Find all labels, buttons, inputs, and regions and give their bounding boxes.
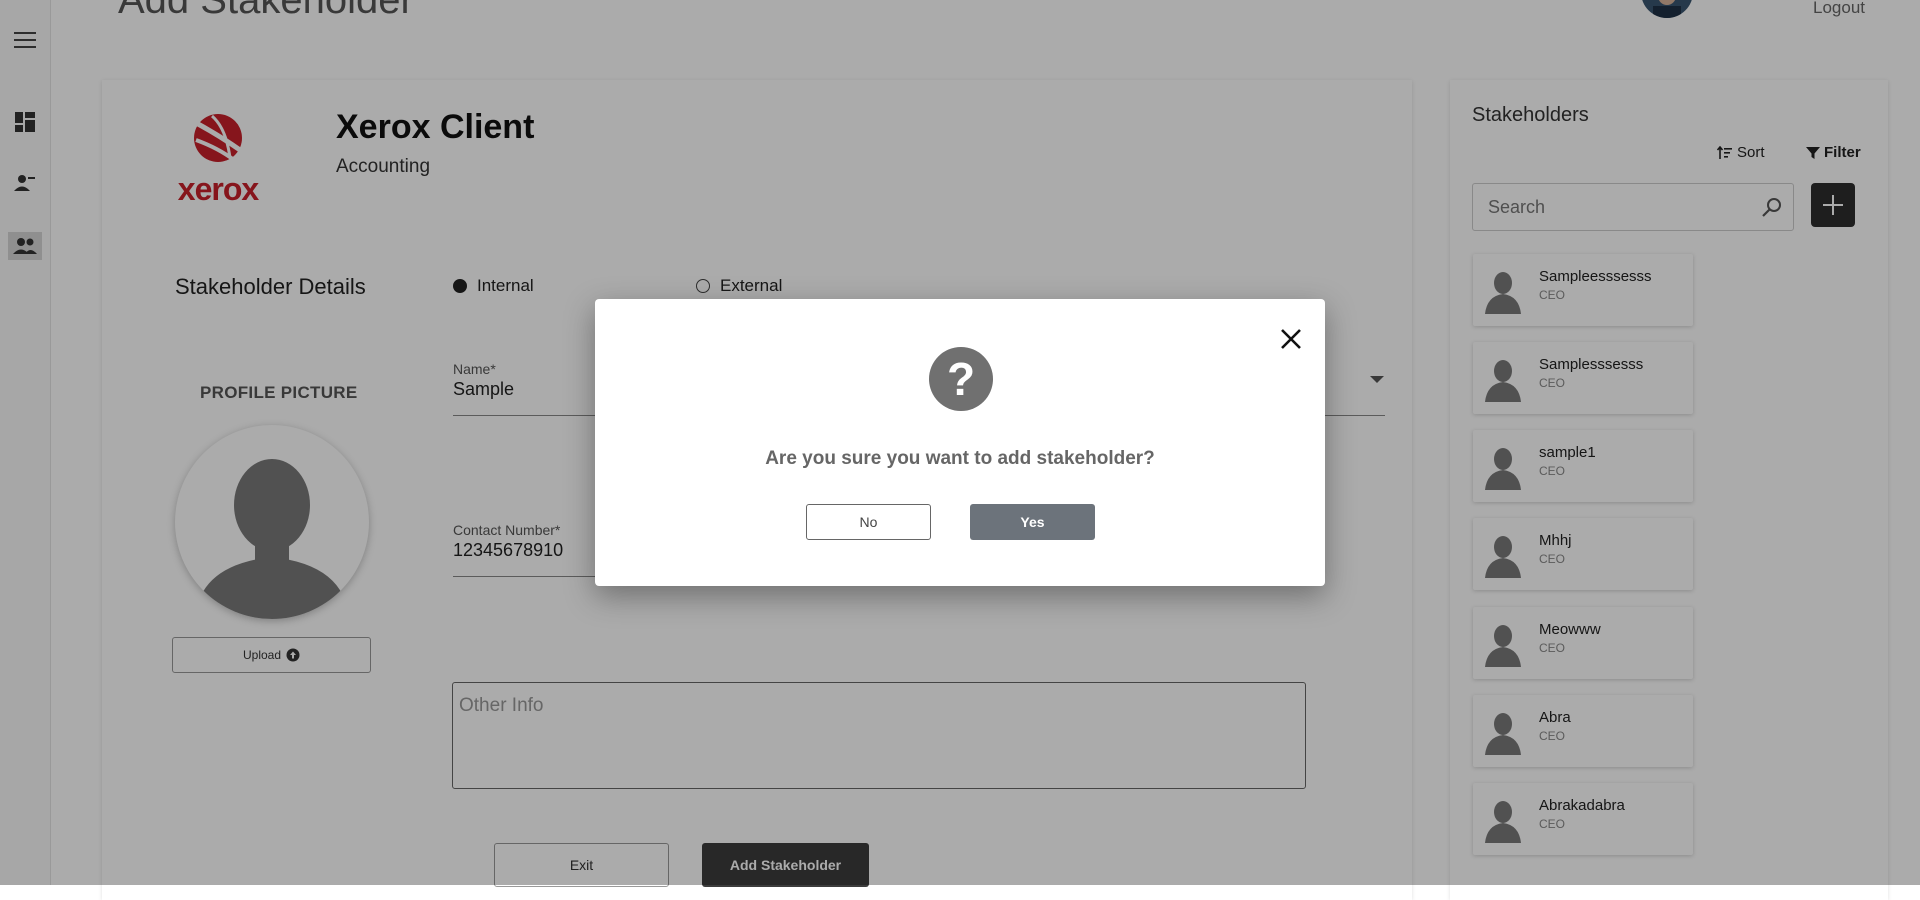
- confirm-message: Are you sure you want to add stakeholder…: [765, 448, 1155, 469]
- confirm-dialog: ? Are you sure you want to add stakehold…: [595, 299, 1325, 586]
- no-button[interactable]: No: [806, 504, 931, 540]
- yes-button[interactable]: Yes: [970, 504, 1095, 540]
- close-icon[interactable]: [1277, 325, 1305, 353]
- question-icon: ?: [929, 347, 993, 411]
